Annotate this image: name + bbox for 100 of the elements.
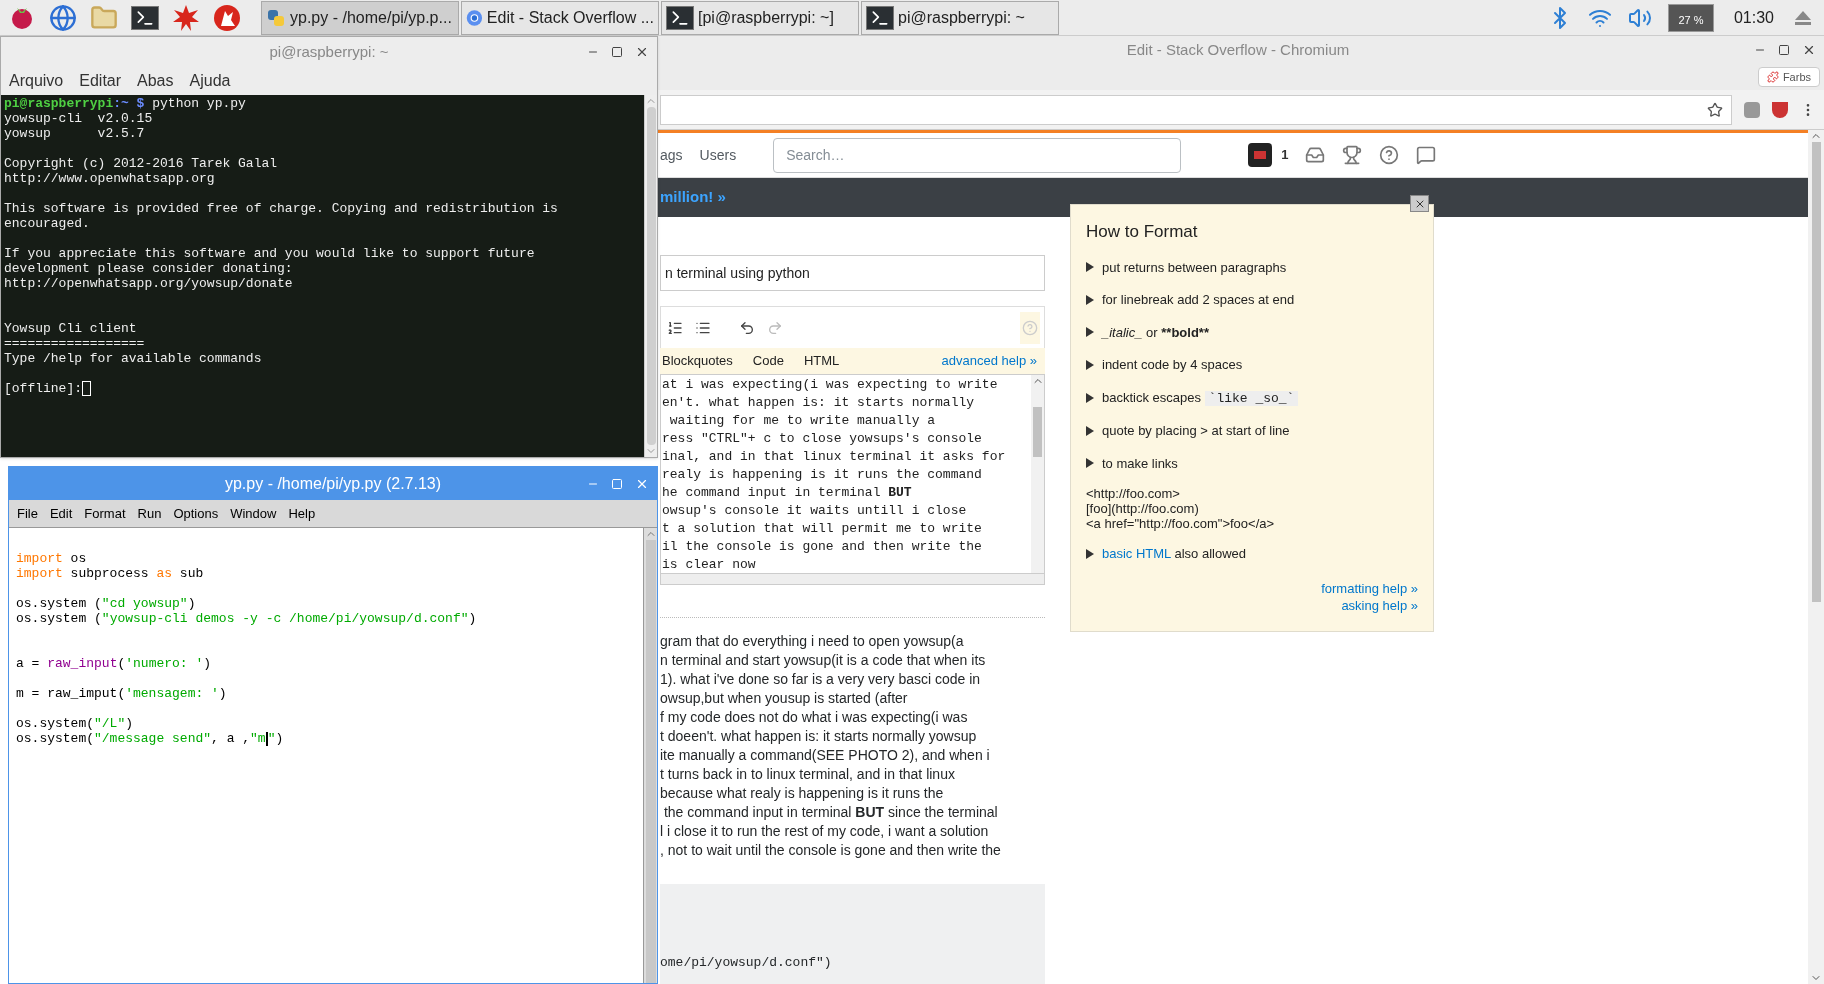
triangle-icon (1086, 548, 1094, 559)
format-tip: put returns between paragraphs (1102, 258, 1287, 277)
resize-grip[interactable] (660, 574, 1045, 585)
close-icon[interactable] (1802, 43, 1816, 57)
code-line: http://www.openwhatsapp.org (4, 171, 216, 186)
code-line: This software is provided free of charge. Copying and redistribution is (4, 201, 559, 216)
text-cursor (265, 731, 268, 746)
close-button[interactable] (1410, 195, 1429, 212)
code-line: m = raw_imput('mensagem: ') (16, 686, 228, 701)
terminal-icon (666, 5, 694, 30)
reputation-count: 1 (1281, 146, 1289, 165)
menu-item[interactable]: Ajuda (189, 69, 231, 93)
banner-link[interactable]: million! » (660, 186, 726, 209)
window-title: pi@raspberrypi: ~ (269, 41, 389, 62)
undo-icon[interactable] (739, 319, 755, 336)
code-text: ome/pi/yowsup/d.conf") (660, 953, 832, 972)
format-tip: to make links (1102, 454, 1178, 473)
menu-item[interactable]: Window (230, 503, 277, 524)
clock[interactable]: 01:30 (1729, 5, 1778, 30)
maximize-icon[interactable] (1778, 44, 1790, 56)
code-line: If you appreciate this software and you would like to support future (4, 246, 536, 261)
scrollbar-thumb[interactable] (1033, 407, 1042, 457)
search-field[interactable]: Search… (773, 137, 1182, 173)
menu-item[interactable]: Edit (49, 503, 73, 524)
code-line: Copyright (c) 2012-2016 Tarek Galal (4, 156, 279, 171)
help-tab[interactable]: Code (752, 351, 784, 371)
code-line: pi@raspberrypi:~ $ python yp.py (4, 96, 247, 111)
format-tip: indent code by 4 spaces (1102, 356, 1243, 374)
shield-icon[interactable] (1772, 101, 1788, 118)
extension-button[interactable]: Farbs (1757, 67, 1820, 87)
triangle-icon (1086, 458, 1094, 469)
chat-icon[interactable] (1416, 145, 1437, 166)
avatar[interactable] (1248, 143, 1273, 168)
redo-icon[interactable] (767, 319, 783, 336)
menu-item[interactable]: Arquivo (9, 69, 64, 93)
panel-title: How to Format (1086, 221, 1199, 243)
triangle-icon (1086, 262, 1094, 273)
format-tip: _italic_ or **bold** (1102, 323, 1209, 342)
triangle-icon (1086, 327, 1094, 338)
format-tip: backtick escapes `like _so_` (1102, 387, 1299, 408)
menu-item[interactable]: File (17, 503, 38, 524)
menu-item[interactable]: Run (137, 503, 162, 524)
menu-item[interactable]: Editar (79, 69, 122, 93)
help-icon[interactable] (1379, 145, 1400, 166)
eject-icon[interactable] (1794, 9, 1812, 26)
scrollbar[interactable] (1808, 130, 1824, 984)
code-line: Type /help for available commands (4, 351, 263, 366)
menu-item[interactable]: Abas (137, 69, 174, 93)
menu-item[interactable]: Options (173, 503, 219, 524)
triangle-icon (1086, 392, 1094, 403)
code-line: encouraged. (4, 216, 91, 231)
trophy-icon[interactable] (1342, 145, 1363, 166)
triangle-icon (1086, 359, 1094, 370)
puzzle-icon (1766, 71, 1779, 83)
help-tab[interactable]: Blockquotes (662, 351, 733, 371)
code-line: yowsup v2.5.7 (4, 126, 146, 141)
terminal-icon[interactable] (131, 5, 159, 30)
link-example: <a href="http://foo.com">foo</a> (1086, 516, 1276, 531)
menu-item[interactable]: Help (288, 503, 316, 524)
help-link[interactable]: asking help » (1341, 596, 1418, 614)
code-line: os.system("/message send", a ,"m") (16, 731, 285, 746)
advanced-help-link[interactable]: advanced help » (941, 351, 1037, 371)
title-field[interactable]: n terminal using python (660, 255, 1045, 291)
taskbar-button[interactable]: [pi@raspberrypi: ~] (661, 0, 859, 35)
extension-icon[interactable] (1744, 101, 1760, 118)
numbered-list-icon[interactable] (667, 319, 683, 336)
code-line: Yowsup Cli client (4, 321, 138, 336)
code-line: http://openwhatsapp.org/yowsup/donate (4, 276, 294, 291)
code-line: yowsup-cli v2.0.15 (4, 111, 154, 126)
scrollbar[interactable] (643, 528, 657, 983)
code-line: development please consider donating: (4, 261, 294, 276)
help-link[interactable]: formatting help » (1321, 579, 1418, 597)
cpu-monitor[interactable]: 27 % (1667, 3, 1714, 32)
globe-icon[interactable] (49, 3, 77, 32)
code-line: [offline]: (4, 381, 641, 396)
code-line: import subprocess as sub (16, 566, 205, 581)
maximize-icon[interactable] (611, 46, 623, 58)
format-tip: basic HTML also allowed (1102, 545, 1247, 563)
terminal-output[interactable] (1, 95, 644, 457)
text-cursor (82, 381, 91, 397)
help-tab[interactable]: HTML (803, 351, 840, 371)
close-icon[interactable] (635, 45, 649, 59)
nav-link[interactable]: ags (660, 144, 683, 166)
link-example: <http://foo.com> (1086, 486, 1181, 501)
scrollbar[interactable] (1031, 375, 1044, 573)
inbox-icon[interactable] (1305, 145, 1326, 166)
taskbar-button[interactable]: Edit - Stack Overflow ... (461, 0, 659, 35)
menu-item[interactable]: Format (84, 503, 126, 524)
code-line: import os (16, 551, 88, 566)
triangle-icon (1086, 294, 1094, 305)
folder-icon[interactable] (90, 3, 118, 32)
burst-icon[interactable] (172, 3, 200, 32)
taskbar-button[interactable]: pi@raspberrypi: ~ (861, 0, 1059, 35)
taskbar-button[interactable]: yp.py - /home/pi/yp.p... (261, 0, 459, 35)
nav-link[interactable]: Users (699, 144, 737, 166)
triangle-icon (1086, 425, 1094, 436)
code-line: a = raw_input('numero: ') (16, 656, 213, 671)
code-line: os.system("/L") (16, 716, 135, 731)
format-tip: quote by placing > at start of line (1102, 422, 1290, 440)
bookmark-star-icon[interactable] (1707, 101, 1723, 118)
